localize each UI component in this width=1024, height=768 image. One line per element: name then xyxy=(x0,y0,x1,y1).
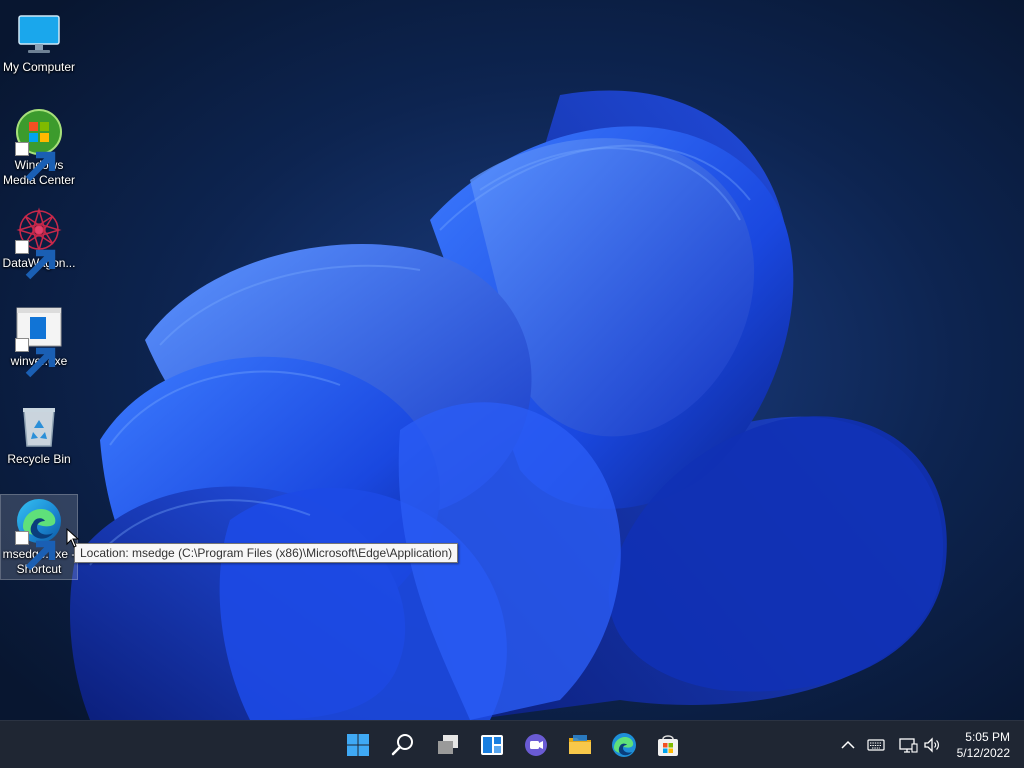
input-indicator-button[interactable] xyxy=(866,735,886,755)
show-hidden-icons-button[interactable] xyxy=(838,735,858,755)
teams-chat-icon xyxy=(525,734,547,756)
edge-button[interactable] xyxy=(606,727,642,763)
desktop-icon-windows-media-center[interactable]: Windows Media Center xyxy=(0,102,78,194)
network-icon xyxy=(899,738,918,753)
shortcut-arrow-icon xyxy=(15,531,56,571)
edge-icon xyxy=(612,733,636,757)
shortcut-arrow-icon xyxy=(15,338,56,378)
desktop-icon-winver[interactable]: winver.exe xyxy=(0,298,78,390)
task-view-button[interactable] xyxy=(430,727,466,763)
mouse-cursor-icon xyxy=(66,528,80,548)
file-explorer-button[interactable] xyxy=(562,727,598,763)
search-button[interactable] xyxy=(385,727,421,763)
widgets-button[interactable] xyxy=(474,727,510,763)
windows-media-center-icon xyxy=(15,108,63,182)
taskbar: 5:05 PM 5/12/2022 xyxy=(0,720,1024,768)
recycle-bin-icon xyxy=(15,402,63,450)
chat-button[interactable] xyxy=(518,727,554,763)
desktop-icon-my-computer[interactable]: My Computer xyxy=(0,4,78,96)
volume-icon xyxy=(924,737,939,753)
desktop-icon-recycle-bin[interactable]: Recycle Bin xyxy=(0,396,78,488)
network-button[interactable] xyxy=(898,735,918,755)
clock[interactable]: 5:05 PM 5/12/2022 xyxy=(957,729,1010,761)
chevron-up-icon xyxy=(841,740,855,749)
search-icon xyxy=(391,734,413,756)
keyboard-icon xyxy=(867,739,885,751)
datawagon-icon xyxy=(15,206,63,280)
folder-icon xyxy=(569,735,591,754)
volume-button[interactable] xyxy=(922,735,942,755)
edge-icon xyxy=(15,497,63,571)
store-icon xyxy=(658,735,678,756)
monitor-icon xyxy=(15,10,63,58)
widgets-icon xyxy=(481,735,503,755)
winver-icon xyxy=(15,304,63,378)
desktop-icon-datawagon[interactable]: DataWagon... xyxy=(0,200,78,292)
store-button[interactable] xyxy=(650,727,686,763)
desktop-wallpaper xyxy=(0,0,1024,720)
clock-time: 5:05 PM xyxy=(965,730,1010,744)
icon-tooltip: Location: msedge (C:\Program Files (x86)… xyxy=(74,543,459,563)
task-view-icon xyxy=(438,735,458,754)
clock-date: 5/12/2022 xyxy=(956,746,1010,760)
start-button[interactable] xyxy=(340,727,376,763)
desktop-icon-label: My Computer xyxy=(2,60,76,74)
desktop-icon-label: Recycle Bin xyxy=(7,452,71,466)
windows-logo-icon xyxy=(347,734,369,756)
shortcut-arrow-icon xyxy=(15,142,56,182)
shortcut-arrow-icon xyxy=(15,240,56,280)
